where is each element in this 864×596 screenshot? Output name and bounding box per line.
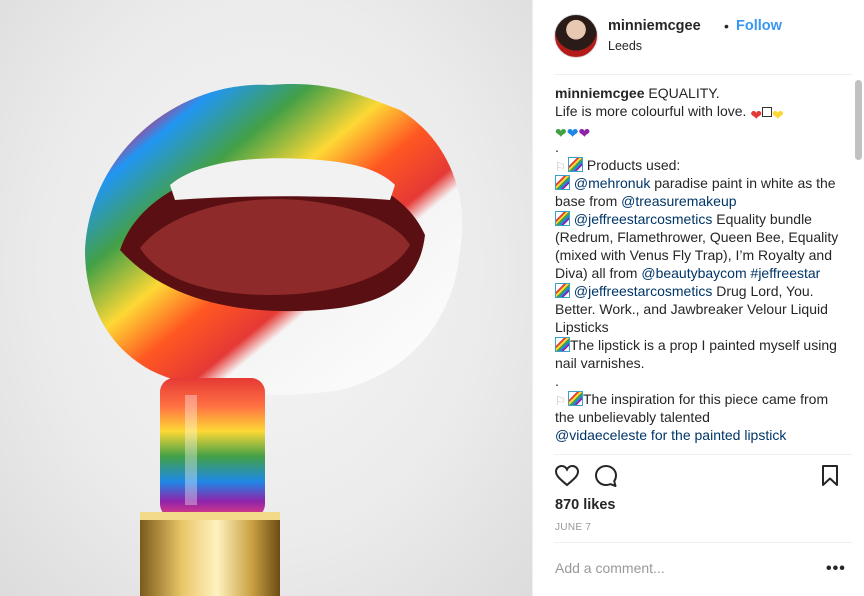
white-square-icon <box>762 107 773 118</box>
more-options-button[interactable]: ••• <box>826 560 846 578</box>
comment-input[interactable]: Add a comment... <box>555 560 665 576</box>
rainbow-icon <box>555 211 570 226</box>
location-link[interactable]: Leeds <box>608 39 642 53</box>
post-photo[interactable] <box>0 0 532 596</box>
caption-text[interactable]: @vidaeceleste for the painted lipstick <box>555 426 851 444</box>
mention-link[interactable]: @beautybaycom <box>641 265 746 281</box>
caption-text: The inspiration for this piece came from… <box>555 391 829 425</box>
instagram-post-view: minniemcgee • Follow Leeds minniemcgee E… <box>0 0 864 596</box>
caption-scrollbar[interactable] <box>855 80 862 160</box>
username-link[interactable]: minniemcgee <box>608 18 701 34</box>
mention-link[interactable]: @treasuremakeup <box>621 193 736 209</box>
green-heart-icon: ❤ <box>555 125 567 142</box>
rainbow-icon <box>555 175 570 190</box>
post-date: JUNE 7 <box>555 522 592 533</box>
mention-link[interactable]: @jeffreestarcosmetics <box>574 283 712 299</box>
comment-bubble-icon[interactable] <box>594 464 620 488</box>
divider <box>554 542 852 543</box>
caption-line: . <box>555 373 559 389</box>
white-flag-icon: ⚐ <box>555 394 566 408</box>
caption-username[interactable]: minniemcgee <box>555 85 644 101</box>
caption-line: Products used: <box>586 157 681 173</box>
rainbow-icon <box>568 391 583 406</box>
caption-text: The lipstick is a prop I painted myself … <box>555 337 837 371</box>
rainbow-icon <box>568 157 583 172</box>
rainbow-lips-photo <box>85 84 463 596</box>
red-heart-icon: ❤ <box>750 107 763 124</box>
yellow-heart-icon: ❤ <box>772 107 784 124</box>
heart-icon[interactable] <box>554 464 580 488</box>
post-header: minniemcgee • Follow Leeds <box>554 14 854 64</box>
white-flag-icon: ⚐ <box>555 160 566 174</box>
follow-button[interactable]: Follow <box>736 18 782 34</box>
avatar[interactable] <box>554 14 598 58</box>
caption: minniemcgee EQUALITY. Life is more colou… <box>555 84 851 454</box>
caption-line: Life is more colourful with love. <box>555 103 747 119</box>
separator-dot: • <box>724 18 729 34</box>
caption-line: EQUALITY. <box>648 85 720 101</box>
mention-link[interactable]: @jeffreestarcosmetics <box>574 211 712 227</box>
hashtag-link[interactable]: #jeffreestar <box>751 265 821 281</box>
caption-line: . <box>555 139 559 155</box>
bookmark-icon[interactable] <box>820 464 840 488</box>
divider <box>554 454 852 455</box>
rainbow-icon <box>555 337 570 352</box>
mention-link[interactable]: @mehronuk <box>574 175 650 191</box>
action-bar <box>554 464 854 490</box>
purple-heart-icon: ❤ <box>578 125 591 142</box>
likes-count[interactable]: 870 likes <box>555 497 615 513</box>
blue-heart-icon: ❤ <box>566 125 579 142</box>
rainbow-icon <box>555 283 570 298</box>
divider <box>554 74 852 75</box>
